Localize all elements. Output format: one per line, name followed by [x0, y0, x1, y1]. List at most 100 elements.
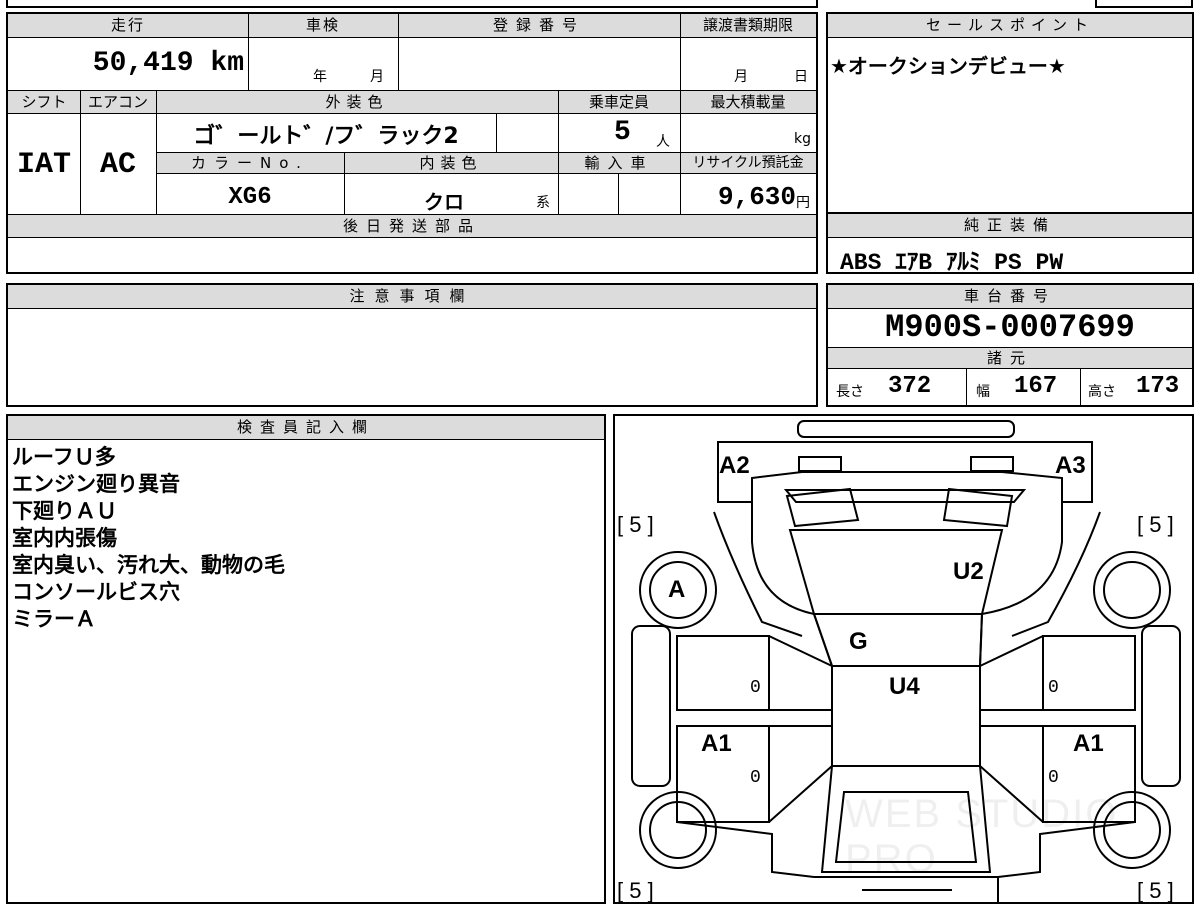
damage-code-a3: A3 [1055, 452, 1086, 479]
shift-label: シフト [21, 93, 67, 111]
transfer-deadline-label: 譲渡書類期限 [702, 16, 793, 34]
grid-line [80, 90, 81, 214]
chassis-number: M900S-0007699 [885, 309, 1135, 346]
front-wiper-right [942, 487, 1014, 528]
inspector-line-7: ミラーＡ [12, 607, 96, 631]
grid-line [248, 14, 249, 90]
tire-tread-front-right: [ 5 ] [1137, 512, 1174, 537]
tire-tread-rear-right: [ 5 ] [1137, 878, 1174, 903]
sales-point-box: セールスポイント ★オークションデビュー★ [826, 12, 1194, 214]
equipment-box: 純正装備 ABS ｴｱB ｱﾙﾐ PS PW [826, 212, 1194, 276]
interior-color-label: 内装色 [419, 154, 483, 172]
top-strip [6, 0, 818, 8]
left-side-front-panel [676, 635, 770, 711]
inspection-year: 年 [313, 69, 327, 85]
inspector-line-3: 下廻りＡＵ [12, 499, 117, 523]
registration-label: 登録番号 [492, 16, 585, 34]
recycle-label: リサイクル預託金 [692, 155, 804, 171]
interior-suffix: 系 [536, 195, 550, 211]
equipment-label: 純正装備 [963, 216, 1056, 234]
recycle-value: 9,630 [717, 182, 796, 212]
marker-zero-right-lower: 0 [1048, 768, 1059, 788]
transfer-day: 日 [794, 69, 808, 85]
chassis-box: 車台番号 M900S-0007699 諸元 長さ 372 幅 167 高さ 17… [826, 283, 1194, 407]
chassis-label: 車台番号 [963, 287, 1056, 305]
damage-code-a2: A2 [719, 452, 750, 479]
wheel-front-right-inner [1103, 561, 1161, 619]
inspector-line-2: エンジン廻り異音 [12, 472, 180, 496]
exterior-color-label: 外装色 [325, 93, 389, 111]
grid-line [680, 14, 681, 214]
width-value: 167 [1014, 373, 1058, 400]
recycle-unit: 円 [796, 195, 810, 211]
caution-label: 注意事項欄 [349, 287, 475, 305]
damage-code-u2: U2 [953, 558, 984, 585]
length-label: 長さ [836, 384, 864, 400]
color-no-value: XG6 [228, 184, 272, 211]
marker-zero-right-upper: 0 [1048, 678, 1059, 698]
front-wiper-left [785, 487, 860, 528]
left-fender [751, 502, 833, 667]
shift-value: IAT [16, 148, 71, 182]
max-load-unit: kg [794, 131, 811, 147]
aircon-label: エアコン [87, 93, 148, 111]
right-fender [979, 502, 1063, 667]
inspector-line-6: コンソールビス穴 [12, 580, 180, 604]
specs-label: 諸元 [986, 349, 1033, 367]
marker-zero-left-lower: 0 [750, 768, 761, 788]
grid-line [496, 114, 497, 152]
height-value: 173 [1136, 373, 1180, 400]
later-parts-label: 後日発送部品 [342, 217, 481, 235]
grid-line [344, 152, 345, 214]
grid-line [398, 14, 399, 90]
wheel-front-right [1093, 551, 1171, 629]
inspector-box: 検査員記入欄 ルーフＵ多 エンジン廻り異音 下廻りＡＵ 室内内張傷 室内臭い、汚… [6, 414, 606, 904]
damage-code-left-a1: A1 [701, 730, 732, 757]
max-load-label: 最大積載量 [710, 93, 786, 111]
inspection-label: 車検 [305, 16, 340, 34]
mileage-label: 走行 [110, 16, 145, 34]
aircon-value: AC [99, 148, 136, 182]
top-strip-right [1095, 0, 1193, 8]
tire-tread-front-left: [ 5 ] [617, 512, 654, 537]
headlamp-left [798, 456, 842, 472]
sales-point-text: ★オークションデビュー★ [830, 54, 1066, 78]
import-label: 輸入車 [584, 154, 654, 172]
exterior-color-value: ゴ゛ールト゛/フ゛ラック2 [193, 124, 459, 149]
front-body-outline [717, 441, 1093, 503]
inspection-month: 月 [370, 69, 384, 85]
headlamp-right [970, 456, 1014, 472]
color-no-label: カラーNo. [191, 154, 309, 172]
front-bumper [797, 420, 1015, 438]
capacity-unit: 人 [656, 134, 670, 150]
watermark: WEB STUDIO PRO [845, 792, 1119, 881]
inspector-line-4: 室内内張傷 [12, 526, 117, 550]
damage-code-wheel-a: A [668, 576, 686, 603]
right-front-side [1011, 511, 1101, 637]
grid-line [618, 174, 619, 214]
damage-code-u4: U4 [889, 673, 920, 700]
inspector-line-1: ルーフＵ多 [12, 445, 116, 469]
height-label: 高さ [1088, 384, 1116, 400]
caution-box: 注意事項欄 [6, 283, 818, 407]
equipment-items: ABS ｴｱB ｱﾙﾐ PS PW [840, 250, 1064, 276]
mileage-value: 50,419 km [92, 48, 244, 79]
interior-color-value: クロ [424, 190, 464, 214]
capacity-label: 乗車定員 [588, 93, 649, 111]
left-front-side [713, 511, 803, 637]
damage-code-right-a1: A1 [1073, 730, 1104, 757]
length-value: 372 [888, 373, 932, 400]
inspector-label: 検査員記入欄 [236, 418, 375, 436]
grid-line [558, 90, 559, 214]
spec-table: 走行 車検 登録番号 譲渡書類期限 50,419 km 年 月 月 日 シフト … [6, 12, 818, 274]
capacity-value: 5 [614, 117, 631, 148]
marker-zero-left-upper: 0 [750, 678, 761, 698]
left-side-door-line [677, 635, 833, 823]
width-label: 幅 [976, 384, 990, 400]
right-rocker-panel [1141, 625, 1181, 787]
grid-line [1080, 369, 1081, 405]
grid-line [156, 90, 157, 214]
sales-point-label: セールスポイント [925, 16, 1094, 34]
glass-area [812, 613, 984, 667]
grid-line [966, 369, 967, 405]
